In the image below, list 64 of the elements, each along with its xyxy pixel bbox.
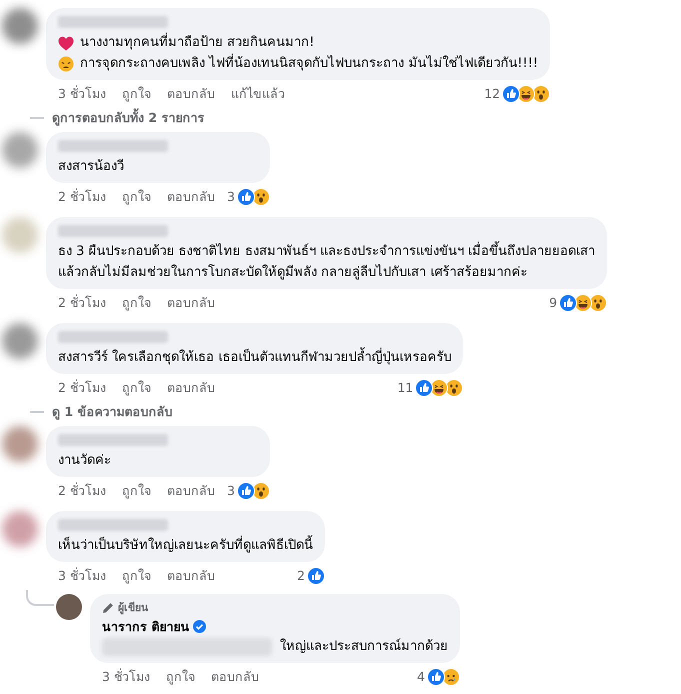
laughing-face-icon	[574, 294, 592, 312]
like-link[interactable]: ถูกใจ	[122, 189, 151, 205]
reaction-count: 4	[417, 669, 425, 685]
reply-link[interactable]: ตอบกลับ	[166, 483, 215, 499]
view-replies-link[interactable]: ดู 1 ข้อความตอบกลับ	[52, 404, 172, 420]
comment-time: 2 ชั่วโมง	[58, 483, 106, 499]
reply-link[interactable]: ตอบกลับ	[166, 568, 215, 584]
like-icon	[427, 668, 445, 686]
like-icon	[559, 294, 578, 312]
like-icon	[415, 379, 434, 397]
thread-line	[26, 590, 54, 606]
edited-label: แก้ไขแล้ว	[230, 86, 285, 102]
comment-text: เห็นว่าเป็นบริษัทใหญ่เลยนะครับที่ดูแลพิธีเปิดนี้	[58, 537, 313, 555]
comment-text: นางงามทุกคนที่มาถือป้าย สวยกินคนมาก!	[80, 34, 314, 52]
surprised-face-icon	[532, 85, 550, 103]
reaction-count: 11	[397, 380, 414, 396]
reply-link[interactable]: ตอบกลับ	[166, 189, 215, 205]
surprised-face-icon	[589, 294, 608, 312]
comment-time: 3 ชั่วโมง	[58, 86, 106, 102]
surprised-face-icon	[252, 188, 270, 206]
reply-link[interactable]: ตอบกลับ	[166, 86, 215, 102]
comment-time: 3 ชั่วโมง	[102, 669, 150, 685]
like-link[interactable]: ถูกใจ	[122, 483, 151, 499]
reaction-count: 12	[484, 86, 500, 102]
reply-link[interactable]: ตอบกลับ	[166, 295, 215, 311]
author-name[interactable]: นารากร ติยายน	[102, 618, 190, 635]
comment-text: สงสารวีร์ ใครเลือกชุดให้เธอ เธอเป็นตัวแทนกีฬามวยปล้ำญี่ปุ่นเหรอครับ	[58, 349, 452, 367]
pencil-icon	[102, 602, 114, 614]
surprised-face-icon	[445, 379, 464, 397]
like-icon	[502, 85, 520, 103]
like-link[interactable]: ถูกใจ	[122, 380, 151, 396]
author-badge-label: ผู้เขียน	[118, 601, 148, 615]
like-link[interactable]: ถูกใจ	[122, 568, 151, 584]
comment-text: ใหญ่และประสบการณ์มากด้วย	[280, 638, 448, 656]
tired-face-icon	[58, 56, 74, 72]
comment-text: การจุดกระถางคบเพลิง ไฟที่น้องเทนนิสจุดกับไฟบนกระถาง มันไม่ใช่ไฟเดียวกัน!!!!	[80, 55, 538, 73]
comment-text: ธง 3 ผืนประกอบด้วย ธงชาติไทย ธงสมาพันธ์ฯ และธงประจำการแข่งขันฯ เมื่อขึ้นถึงปลายยอดเสา	[58, 243, 596, 261]
like-icon	[236, 482, 255, 500]
view-replies-link[interactable]: ดูการตอบกลับทั้ง 2 รายการ	[52, 110, 204, 126]
like-icon	[307, 567, 325, 585]
heart-icon	[58, 36, 74, 50]
comment-text: งานวัดค่ะ	[58, 452, 111, 470]
comment-text: สงสารน้องวี	[58, 158, 124, 176]
like-icon	[236, 188, 255, 206]
reaction-count: 9	[549, 295, 558, 311]
avatar[interactable]	[2, 8, 38, 44]
comment-text: แล้วกลับไม่มีลมช่วยในการโบกสะบัดให้ดูมีพลัง กลายลู่ลีบไปกับเสา เศร้าสร้อยมากค่ะ	[58, 264, 528, 282]
like-link[interactable]: ถูกใจ	[122, 86, 151, 102]
reply-link[interactable]: ตอบกลับ	[166, 380, 215, 396]
like-link[interactable]: ถูกใจ	[122, 295, 151, 311]
reply-link[interactable]: ตอบกลับ	[210, 669, 259, 685]
comment-time: 3 ชั่วโมง	[58, 568, 106, 584]
comment-time: 2 ชั่วโมง	[58, 380, 106, 396]
sad-face-icon	[442, 668, 460, 686]
avatar[interactable]	[56, 594, 82, 620]
like-link[interactable]: ถูกใจ	[166, 669, 195, 685]
comment-time: 2 ชั่วโมง	[58, 295, 106, 311]
reaction-count: 2	[297, 568, 305, 584]
laughing-face-icon	[517, 85, 536, 103]
surprised-face-icon	[252, 482, 270, 500]
laughing-face-icon	[430, 379, 448, 397]
reaction-count: 3	[226, 189, 235, 205]
comment-time: 2 ชั่วโมง	[58, 189, 106, 205]
reaction-count: 3	[226, 483, 235, 499]
